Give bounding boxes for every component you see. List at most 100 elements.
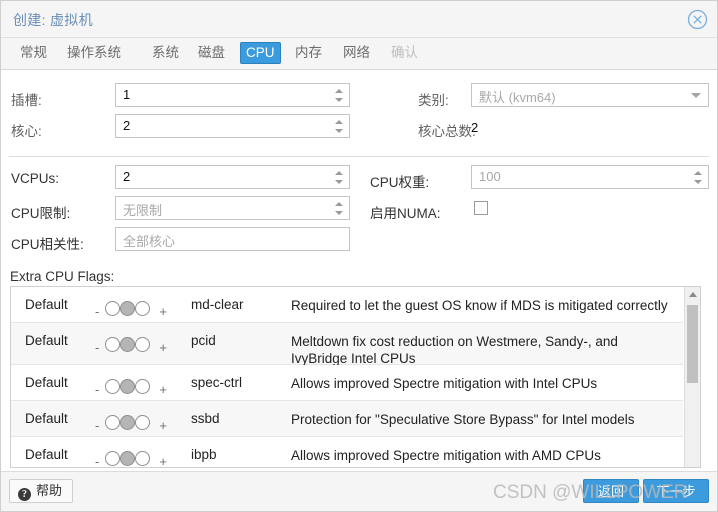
slider-option-default[interactable] — [120, 451, 135, 466]
cores-input[interactable]: 2 — [115, 114, 350, 138]
spinner-icon[interactable] — [334, 118, 345, 135]
flag-name: pcid — [191, 333, 216, 348]
sockets-label: 插槽: — [11, 93, 42, 108]
cpu-affinity-placeholder: 全部核心 — [123, 234, 176, 249]
chevron-down-icon[interactable] — [691, 93, 701, 98]
slider-option-on[interactable] — [135, 451, 150, 466]
spinner-icon[interactable] — [334, 87, 345, 104]
flag-name: md-clear — [191, 297, 244, 312]
flag-state-slider[interactable]: - + — [95, 449, 167, 467]
tab-cpu[interactable]: CPU — [240, 42, 281, 64]
cpu-weight-input[interactable]: 100 — [471, 165, 709, 189]
next-button[interactable]: 下一步 — [643, 479, 709, 503]
flag-description: Required to let the guest OS know if MDS… — [291, 298, 668, 313]
flag-description: Meltdown fix cost reduction on Westmere,… — [291, 334, 618, 366]
scroll-up-icon[interactable] — [689, 292, 697, 297]
plus-icon[interactable]: + — [159, 418, 167, 433]
tab-system[interactable]: 系统 — [147, 42, 184, 64]
extra-cpu-flags-label: Extra CPU Flags: — [10, 269, 115, 284]
spinner-icon[interactable] — [334, 169, 345, 186]
flag-description: Protection for "Speculative Store Bypass… — [291, 412, 635, 427]
slider-option-off[interactable] — [105, 379, 120, 394]
minus-icon[interactable]: - — [95, 454, 99, 467]
dialog-footer: ? 帮助 返回 下一步 — [1, 471, 717, 511]
cpu-weight-label: CPU权重: — [370, 175, 430, 190]
minus-icon[interactable]: - — [95, 382, 99, 397]
flag-state: Default — [25, 411, 68, 426]
cpu-type-value: 默认 (kvm64) — [479, 90, 556, 105]
create-vm-dialog: 创建: 虚拟机 常规 操作系统 系统 磁盘 CPU 内存 网络 确认 插槽: 1… — [0, 0, 718, 512]
flag-state-slider[interactable]: - + — [95, 377, 167, 397]
question-mark-icon: ? — [18, 488, 31, 501]
cpu-weight-value: 100 — [479, 169, 501, 184]
slider-option-on[interactable] — [135, 379, 150, 394]
scrollbar-thumb[interactable] — [687, 305, 698, 383]
flag-state-slider[interactable]: - + — [95, 299, 167, 319]
tab-os[interactable]: 操作系统 — [62, 42, 126, 64]
cpu-affinity-label: CPU相关性: — [11, 237, 84, 252]
slider-option-default[interactable] — [120, 337, 135, 352]
spinner-icon[interactable] — [334, 200, 345, 217]
plus-icon[interactable]: + — [159, 454, 167, 467]
flag-name: ibpb — [191, 447, 217, 462]
dialog-titlebar: 创建: 虚拟机 — [1, 1, 717, 38]
plus-icon[interactable]: + — [159, 340, 167, 355]
help-button-label: 帮助 — [36, 483, 63, 498]
flags-table-scrollbar[interactable] — [684, 287, 700, 467]
table-row[interactable]: Default - + pcid Meltdown fix cost reduc… — [11, 323, 683, 366]
tab-confirm: 确认 — [391, 45, 418, 60]
numa-checkbox[interactable] — [474, 201, 488, 215]
slider-option-off[interactable] — [105, 337, 120, 352]
tab-network[interactable]: 网络 — [338, 42, 375, 64]
cpu-affinity-input[interactable]: 全部核心 — [115, 227, 350, 251]
numa-label: 启用NUMA: — [370, 206, 441, 221]
minus-icon[interactable]: - — [95, 304, 99, 319]
section-divider — [9, 156, 709, 157]
slider-option-default[interactable] — [120, 379, 135, 394]
slider-option-on[interactable] — [135, 415, 150, 430]
tab-disk[interactable]: 磁盘 — [193, 42, 230, 64]
cpu-limit-input[interactable]: 无限制 — [115, 196, 350, 220]
sockets-value: 1 — [123, 87, 131, 102]
help-button[interactable]: ? 帮助 — [9, 479, 74, 503]
minus-icon[interactable]: - — [95, 418, 99, 433]
table-row[interactable]: Default - + md-clear Required to let the… — [11, 287, 683, 323]
total-cores-value: 2 — [471, 120, 479, 135]
flag-state: Default — [25, 297, 68, 312]
spinner-icon[interactable] — [693, 169, 704, 186]
minus-icon[interactable]: - — [95, 340, 99, 355]
cpu-limit-placeholder: 无限制 — [123, 203, 163, 218]
flag-name: ssbd — [191, 411, 220, 426]
flag-description: Allows improved Spectre mitigation with … — [291, 376, 598, 391]
table-row[interactable]: Default - + ssbd Protection for "Specula… — [11, 401, 683, 437]
table-row[interactable]: Default - + ibpb Allows improved Spectre… — [11, 437, 683, 467]
flag-state-slider[interactable]: - + — [95, 335, 167, 355]
extra-cpu-flags-table: Default - + md-clear Required to let the… — [10, 286, 701, 468]
back-button[interactable]: 返回 — [583, 479, 639, 503]
vcpus-input[interactable]: 2 — [115, 165, 350, 189]
cpu-type-select[interactable]: 默认 (kvm64) — [471, 83, 709, 107]
slider-option-on[interactable] — [135, 337, 150, 352]
flag-description: Allows improved Spectre mitigation with … — [291, 448, 601, 463]
sockets-input[interactable]: 1 — [115, 83, 350, 107]
flag-state: Default — [25, 447, 68, 462]
total-cores-label: 核心总数: — [418, 124, 476, 139]
slider-option-off[interactable] — [105, 415, 120, 430]
plus-icon[interactable]: + — [159, 304, 167, 319]
cpu-settings-panel: 插槽: 1 核心: 2 类别: 默认 (kvm64) 核心总数: 2 VCPUs… — [1, 70, 717, 472]
tab-general[interactable]: 常规 — [15, 42, 52, 64]
slider-option-default[interactable] — [120, 301, 135, 316]
tab-memory[interactable]: 内存 — [290, 42, 327, 64]
flag-state: Default — [25, 375, 68, 390]
vcpus-value: 2 — [123, 169, 131, 184]
slider-option-off[interactable] — [105, 301, 120, 316]
dialog-title: 创建: 虚拟机 — [13, 12, 93, 28]
close-icon[interactable] — [687, 9, 708, 30]
flag-state-slider[interactable]: - + — [95, 413, 167, 433]
slider-option-default[interactable] — [120, 415, 135, 430]
plus-icon[interactable]: + — [159, 382, 167, 397]
table-row[interactable]: Default - + spec-ctrl Allows improved Sp… — [11, 365, 683, 401]
slider-option-off[interactable] — [105, 451, 120, 466]
flag-state: Default — [25, 333, 68, 348]
slider-option-on[interactable] — [135, 301, 150, 316]
